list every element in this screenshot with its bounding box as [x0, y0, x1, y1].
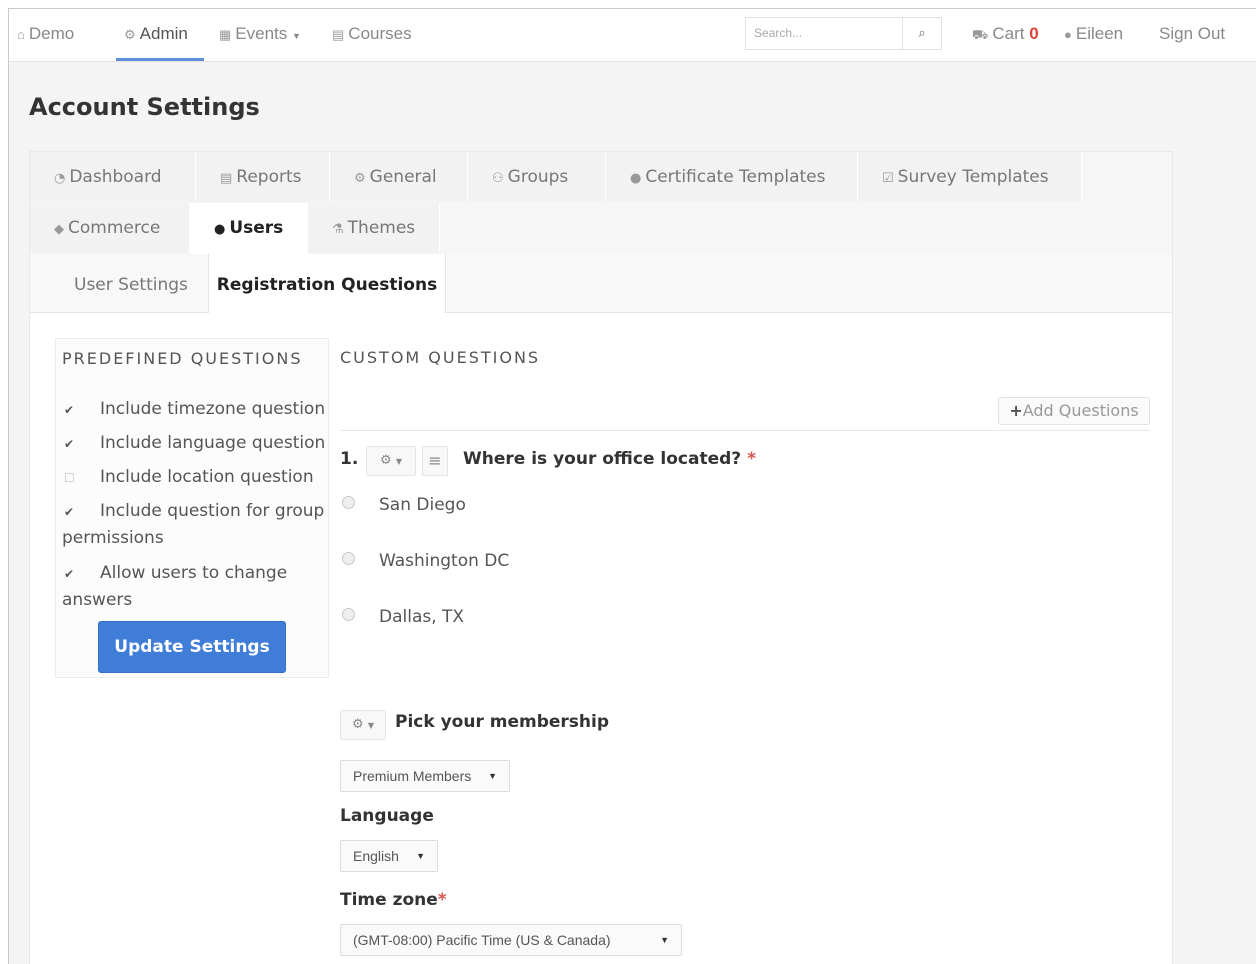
- radio-option[interactable]: San Diego: [342, 495, 466, 515]
- gear-icon: ⚙: [354, 171, 366, 186]
- question-options-dropdown[interactable]: ⚙ ▼: [340, 710, 386, 740]
- subtab-registration-questions[interactable]: Registration Questions: [208, 254, 446, 313]
- caret-down-icon: ▼: [488, 771, 497, 781]
- user-icon: ●: [214, 222, 226, 237]
- checkbox-checked-icon[interactable]: ✔: [64, 568, 76, 580]
- radio-option[interactable]: Washington DC: [342, 551, 509, 571]
- radio-option[interactable]: Dallas, TX: [342, 607, 464, 627]
- check-language[interactable]: ✔ Include language question: [64, 430, 328, 457]
- flask-icon: ⚗: [332, 222, 344, 237]
- radio-icon[interactable]: [342, 608, 355, 621]
- caret-down-icon: ▼: [660, 935, 669, 945]
- caret-down-icon: ▼: [395, 457, 402, 466]
- nav-courses[interactable]: ▤ Courses: [332, 9, 412, 59]
- caret-down-icon: ▼: [292, 31, 301, 41]
- survey-icon: ☑: [882, 171, 894, 186]
- checkbox-checked-icon[interactable]: ✔: [64, 404, 76, 416]
- tab-certificate-templates[interactable]: ● Certificate Templates: [606, 152, 858, 202]
- tab-themes[interactable]: ⚗ Themes: [308, 203, 440, 253]
- nav-admin[interactable]: ⚙ Admin: [124, 9, 188, 59]
- divider: [340, 430, 1150, 431]
- plus-icon: +: [1009, 401, 1023, 420]
- nav-cart[interactable]: ⛟ Cart 0: [972, 9, 1039, 59]
- required-marker: *: [747, 449, 756, 469]
- timezone-select[interactable]: (GMT-08:00) Pacific Time (US & Canada) ▼: [340, 924, 682, 956]
- predefined-questions-box: PREDEFINED QUESTIONS ✔ Include timezone q…: [55, 338, 329, 678]
- radio-icon[interactable]: [342, 496, 355, 509]
- membership-select[interactable]: Premium Members ▼: [340, 760, 510, 792]
- language-select[interactable]: English ▼: [340, 840, 438, 872]
- question-text: Where is your office located? *: [463, 449, 756, 469]
- subtab-user-settings[interactable]: User Settings: [74, 254, 188, 312]
- required-marker: *: [437, 890, 447, 910]
- search-button[interactable]: ⌕: [902, 17, 942, 50]
- gear-icon: ⚙: [352, 717, 364, 732]
- cart-icon: ⛟: [972, 27, 989, 42]
- tab-survey-templates[interactable]: ☑ Survey Templates: [858, 152, 1082, 202]
- book-icon: ▤: [332, 27, 345, 42]
- drag-handle-icon[interactable]: ≡: [422, 446, 448, 476]
- tab-commerce[interactable]: ◆ Commerce: [30, 203, 190, 253]
- nav-demo[interactable]: ⌂ Demo: [17, 9, 74, 59]
- checkbox-unchecked-icon[interactable]: ☐: [64, 472, 76, 484]
- certificate-icon: ●: [630, 171, 642, 186]
- app-window: ⌂ Demo ⚙ Admin ▦ Events ▼ ▤ Courses Search..…: [8, 8, 1256, 964]
- tab-reports[interactable]: ▤ Reports: [196, 152, 330, 202]
- nav-user[interactable]: ● Eileen: [1064, 9, 1123, 59]
- check-allow-change[interactable]: ✔ Allow users to change answers: [62, 560, 326, 614]
- tab-groups[interactable]: ⚇ Groups: [468, 152, 606, 202]
- predefined-title: PREDEFINED QUESTIONS: [62, 349, 303, 368]
- tag-icon: ◆: [54, 222, 64, 237]
- checkbox-checked-icon[interactable]: ✔: [64, 506, 76, 518]
- radio-icon[interactable]: [342, 552, 355, 565]
- tab-general[interactable]: ⚙ General: [330, 152, 468, 202]
- reports-icon: ▤: [220, 171, 233, 186]
- search-icon: ⌕: [918, 26, 926, 41]
- sub-tabs: User Settings Registration Questions: [30, 254, 1172, 313]
- user-icon: ●: [1064, 27, 1072, 42]
- question-options-dropdown[interactable]: ⚙ ▼: [366, 446, 416, 476]
- caret-down-icon: ▼: [367, 721, 374, 730]
- cart-count-badge: 0: [1029, 24, 1039, 43]
- settings-panel: ◔ Dashboard ▤ Reports ⚙ General ⚇ Groups ● Ce…: [29, 151, 1173, 964]
- check-timezone[interactable]: ✔ Include timezone question: [64, 396, 328, 423]
- language-label: Language: [340, 806, 434, 826]
- update-settings-button[interactable]: Update Settings: [98, 621, 286, 673]
- add-questions-button[interactable]: +Add Questions: [998, 397, 1150, 425]
- nav-signout[interactable]: Sign Out: [1159, 9, 1225, 59]
- dashboard-icon: ◔: [54, 171, 66, 186]
- timezone-label: Time zone*: [340, 890, 447, 910]
- check-group-permissions[interactable]: ✔ Include question for group permissions: [62, 498, 326, 552]
- caret-down-icon: ▼: [416, 851, 425, 861]
- groups-icon: ⚇: [492, 171, 504, 186]
- nav-events[interactable]: ▦ Events ▼: [219, 9, 301, 59]
- search-input[interactable]: Search...: [745, 17, 903, 50]
- home-icon: ⌂: [17, 27, 25, 42]
- page-title: Account Settings: [29, 93, 260, 121]
- gear-icon: ⚙: [380, 453, 392, 468]
- gear-icon: ⚙: [124, 27, 136, 42]
- top-navbar: ⌂ Demo ⚙ Admin ▦ Events ▼ ▤ Courses Search..…: [9, 9, 1256, 62]
- checkbox-checked-icon[interactable]: ✔: [64, 438, 76, 450]
- custom-title: CUSTOM QUESTIONS: [340, 348, 541, 367]
- calendar-icon: ▦: [219, 27, 232, 42]
- question-number: 1.: [340, 449, 359, 469]
- question-text: Pick your membership: [395, 712, 610, 732]
- tab-users[interactable]: ● Users: [190, 203, 308, 254]
- tab-dashboard[interactable]: ◔ Dashboard: [30, 152, 196, 202]
- active-nav-indicator: [116, 58, 204, 61]
- check-location[interactable]: ☐ Include location question: [64, 464, 328, 491]
- main-tabs: ◔ Dashboard ▤ Reports ⚙ General ⚇ Groups ● Ce…: [30, 152, 1172, 254]
